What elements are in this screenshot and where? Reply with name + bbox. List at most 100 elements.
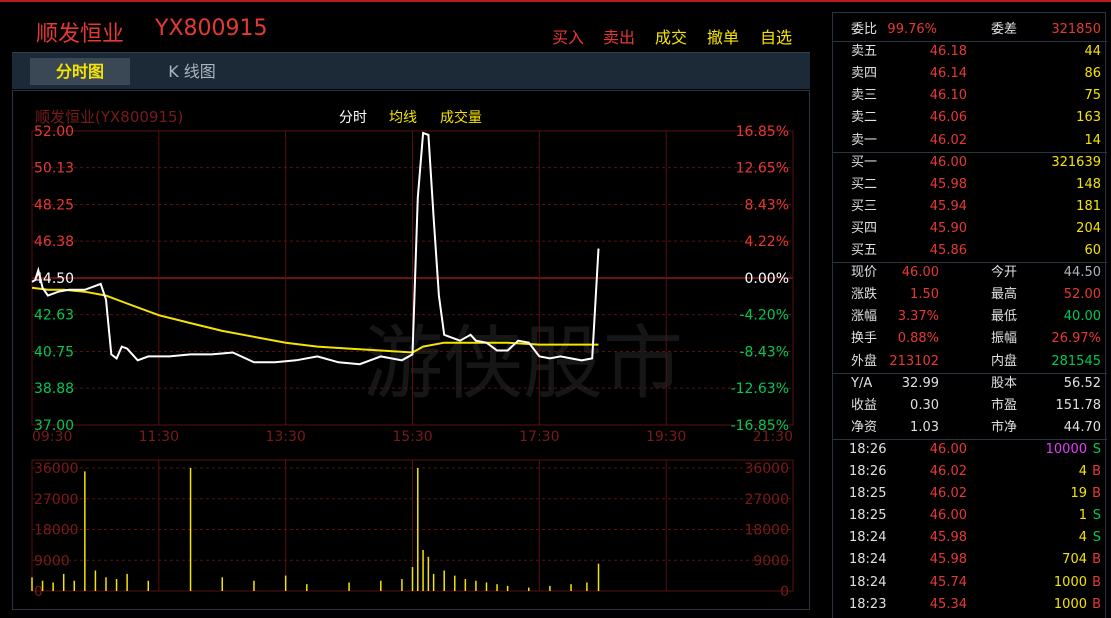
quote-label-2: 内盘 (991, 353, 1018, 369)
quote-panel: 委比 99.76% 委差 321850 卖五 46.18 44 卖四 46.14 86 卖三 46.1… (832, 12, 1107, 618)
buy-level-label: 买五 (851, 243, 878, 258)
trade-time: 18:26 (849, 464, 887, 479)
order-book-buy-row: 买三 45.94 181 (833, 196, 1107, 218)
trade-price: 46.00 (929, 441, 967, 457)
quote-value-2: 26.97% (1051, 331, 1101, 347)
price-tick-label: 50.13 (34, 161, 74, 177)
order-book-buy-row: 买四 45.90 204 (833, 218, 1107, 240)
buy-volume: 148 (1076, 176, 1101, 192)
buy-volume: 60 (1084, 243, 1101, 258)
quote-row: 换手 0.88% 振幅 26.97% (833, 328, 1107, 350)
sell-price: 46.14 (929, 66, 967, 82)
quote-value: 0.88% (897, 331, 939, 347)
pct-tick-label: 12.65% (736, 161, 789, 177)
fundamental-label: 净资 (851, 419, 878, 435)
trade-time: 18:24 (849, 574, 887, 590)
buy-price: 45.90 (929, 220, 967, 236)
order-book-sell-row: 卖三 46.10 75 (833, 85, 1107, 107)
quote-row: 涨跌 1.50 最高 52.00 (833, 284, 1107, 306)
sell-level-label: 卖一 (851, 132, 878, 148)
trade-price: 45.74 (929, 574, 967, 590)
volume-tick-label-right: 0 (780, 584, 789, 600)
volume-tick-label: 0 (34, 584, 43, 600)
volume-tick-label: 36000 (34, 461, 79, 477)
trade-time: 18:23 (849, 596, 887, 612)
sell-volume: 163 (1076, 110, 1101, 126)
trade-row: 18:23 45.34 1000 B (833, 594, 1107, 616)
trade-side: B (1092, 486, 1101, 502)
buy-volume: 321639 (1051, 154, 1101, 170)
fundamental-label: 收益 (851, 397, 878, 413)
quote-label-2: 今开 (991, 265, 1018, 281)
quote-label-2: 振幅 (991, 331, 1018, 347)
order-book-buy-row: 买一 46.00 321639 (833, 152, 1107, 174)
fundamental-label-2: 股本 (991, 375, 1018, 391)
buy-button[interactable]: 买入 (552, 24, 584, 48)
fundamentals-row: 收益 0.30 市盈 151.78 (833, 395, 1107, 417)
trade-time: 18:24 (849, 530, 887, 546)
quote-label: 外盘 (851, 353, 878, 369)
trade-price: 45.34 (929, 596, 967, 612)
fundamental-label: Y/A (851, 375, 873, 391)
tab-intraday[interactable]: 分时图 (30, 58, 130, 85)
fundamentals-row: Y/A 32.99 股本 56.52 (833, 373, 1107, 395)
fundamental-value-2: 151.78 (1055, 397, 1102, 413)
trade-row: 18:24 45.98 4 S (833, 527, 1107, 549)
trade-price: 46.00 (929, 508, 967, 524)
trade-time: 18:24 (849, 552, 887, 568)
trade-side: B (1092, 464, 1101, 479)
trade-volume: 1000 (1053, 596, 1087, 612)
sell-volume: 44 (1084, 44, 1101, 60)
sell-volume: 14 (1084, 132, 1101, 148)
buy-level-label: 买一 (851, 154, 878, 170)
fundamental-value: 0.30 (910, 397, 939, 413)
watchlist-button[interactable]: 自选 (760, 24, 792, 48)
buy-price: 45.86 (929, 243, 967, 258)
committee-row: 委比 99.76% 委差 321850 (833, 19, 1107, 41)
intraday-chart[interactable]: 顺发恒业(YX800915) 游侠股市 分时 均线 成交量 52.00 16.85… (13, 91, 809, 609)
stock-code: YX800915 (155, 16, 268, 41)
quote-row: 外盘 213102 内盘 281545 (833, 351, 1107, 373)
time-tick-label: 17:30 (519, 429, 559, 445)
volume-tick-label-right: 27000 (744, 492, 789, 508)
fundamental-label-2: 市净 (991, 419, 1018, 435)
legend-volume: 成交量 (440, 109, 482, 126)
time-tick-label: 15:30 (392, 429, 432, 445)
pct-tick-label: -12.63% (731, 381, 789, 397)
volume-tick-label: 9000 (34, 553, 70, 569)
sell-price: 46.18 (929, 44, 967, 60)
price-tick-label: 48.25 (34, 198, 74, 214)
trade-row: 18:26 46.00 10000 S (833, 439, 1107, 461)
sell-volume: 86 (1084, 66, 1101, 82)
quote-row: 涨幅 3.37% 最低 40.00 (833, 306, 1107, 328)
trade-volume: 19 (1070, 486, 1087, 502)
legend-time: 分时 (339, 110, 367, 126)
quote-label: 现价 (851, 265, 878, 281)
buy-level-label: 买四 (851, 220, 878, 236)
trade-volume: 1000 (1053, 574, 1087, 590)
quote-value: 213102 (889, 353, 939, 369)
quote-value-2: 40.00 (1063, 309, 1101, 325)
sell-button[interactable]: 卖出 (603, 24, 635, 48)
cancel-order-button[interactable]: 撤单 (707, 24, 739, 48)
volume-tick-label: 18000 (34, 523, 79, 539)
buy-price: 46.00 (929, 154, 967, 170)
committee-ratio-value: 99.76% (887, 22, 937, 37)
tab-kline[interactable]: K 线图 (152, 58, 232, 85)
order-book-sell-row: 卖一 46.02 14 (833, 130, 1107, 152)
trade-side: B (1092, 552, 1101, 568)
fundamental-label-2: 市盈 (991, 397, 1018, 413)
order-book-buy-row: 买五 45.86 60 (833, 240, 1107, 262)
price-tick-label: 38.88 (34, 381, 74, 397)
trade-volume: 1 (1078, 508, 1087, 524)
trade-side: S (1092, 508, 1101, 524)
price-tick-label: 52.00 (34, 124, 74, 140)
quote-label: 涨跌 (851, 287, 878, 303)
trades-button[interactable]: 成交 (655, 24, 687, 48)
trade-side: S (1092, 441, 1101, 457)
sell-level-label: 卖三 (851, 88, 878, 104)
stock-name: 顺发恒业 (36, 22, 125, 47)
fundamental-value: 1.03 (910, 419, 939, 435)
trade-time: 18:25 (849, 486, 887, 502)
trade-volume: 10000 (1045, 441, 1087, 457)
